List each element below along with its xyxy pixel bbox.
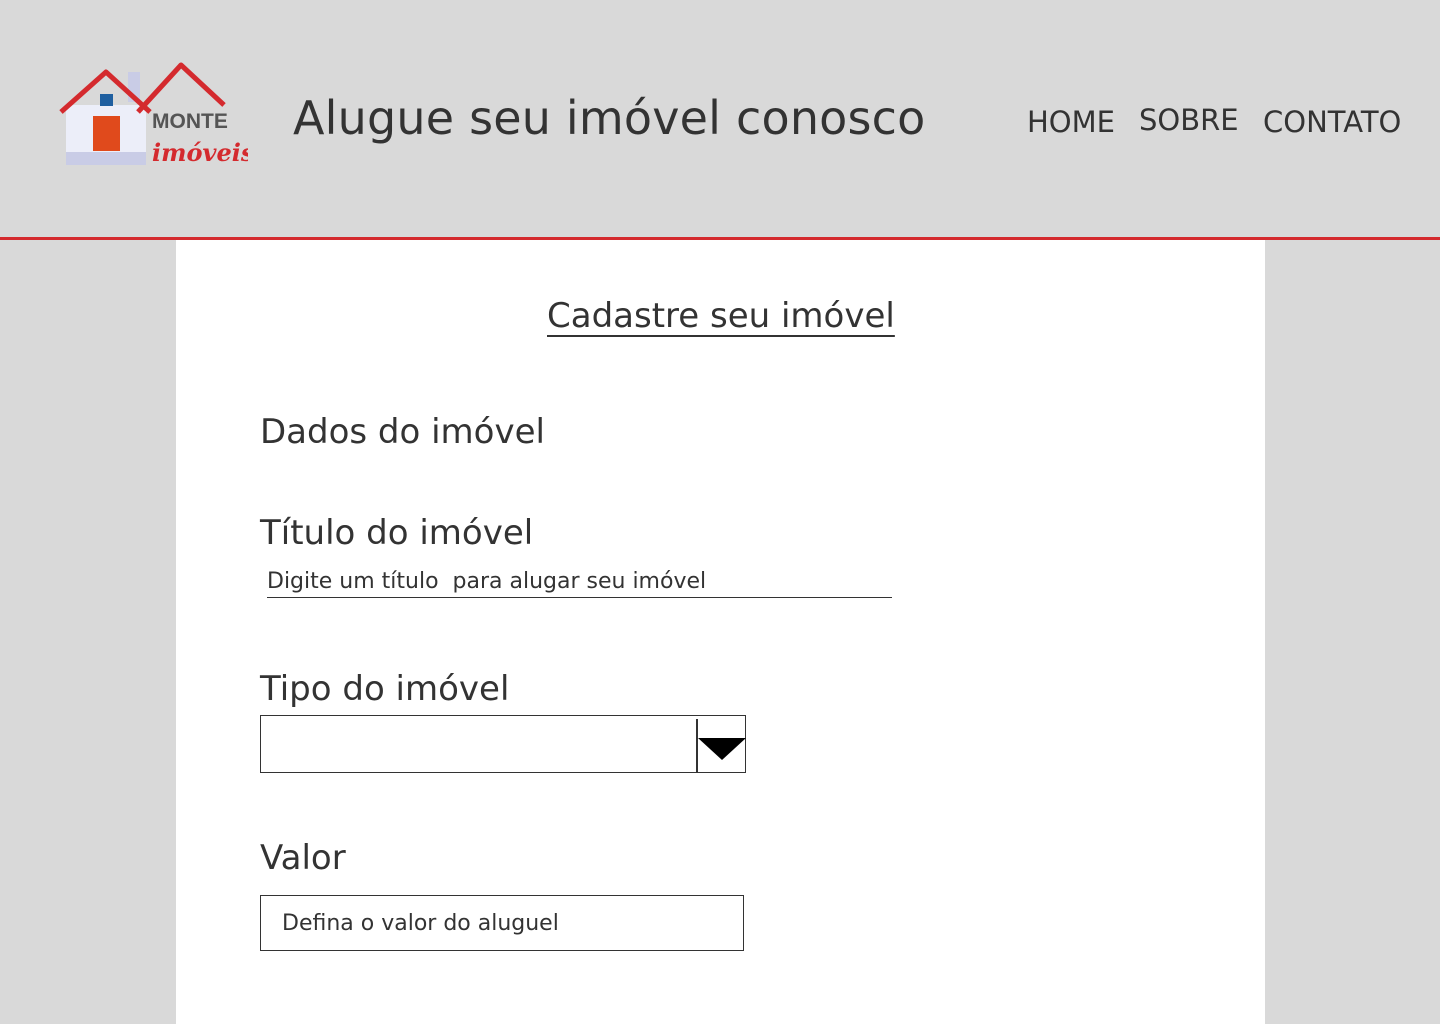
valor-label: Valor — [260, 838, 346, 878]
triangle-down-icon[interactable] — [698, 738, 746, 760]
site-header: MONTE imóveis Alugue seu imóvel conosco … — [0, 0, 1440, 240]
nav-contato-link[interactable]: CONTATO — [1263, 102, 1401, 142]
nav-home-link[interactable]: HOME — [1027, 102, 1115, 142]
house-logo-icon: MONTE imóveis — [59, 62, 248, 167]
tipo-label: Tipo do imóvel — [260, 669, 510, 709]
section-title: Dados do imóvel — [260, 412, 545, 452]
site-title: Alugue seu imóvel conosco — [293, 91, 926, 145]
logo[interactable]: MONTE imóveis — [58, 60, 248, 175]
form-panel: Cadastre seu imóvel Dados do imóvel Títu… — [176, 240, 1265, 1024]
form-title: Cadastre seu imóvel — [547, 296, 895, 336]
titulo-label: Título do imóvel — [260, 513, 534, 553]
nav-sobre-link[interactable]: SOBRE — [1139, 100, 1239, 140]
brand-bottom: imóveis — [152, 138, 248, 167]
valor-input[interactable] — [260, 895, 744, 951]
brand-top: MONTE — [152, 110, 228, 133]
tipo-select[interactable] — [260, 715, 746, 773]
titulo-input[interactable] — [267, 565, 892, 598]
